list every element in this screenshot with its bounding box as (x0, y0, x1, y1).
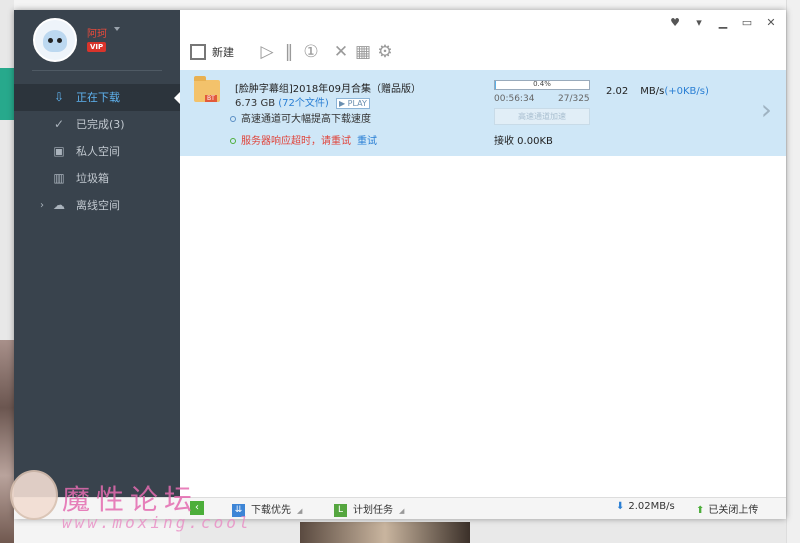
speed-value: 2.02 (606, 86, 629, 97)
toolbar: 新建 ▷ ‖ ① ✕ ▦ ⚙ (190, 40, 396, 64)
task-row[interactable]: BT [脸肿字幕组]2018年09月合集（赠品版） 6.73 GB (72个文件… (180, 70, 786, 156)
schedule-label: 计划任务 (353, 505, 393, 516)
pieces-count: 27/325 (558, 94, 590, 104)
pause-icon[interactable]: ‖ (278, 42, 300, 62)
sidebar-item-label: 私人空间 (76, 145, 120, 158)
sidebar-item-label: 已完成(3) (76, 118, 125, 131)
sidebar-item-trash[interactable]: ▥ 垃圾箱 (14, 165, 180, 192)
username[interactable]: 阿珂 (87, 25, 107, 40)
upload-status: 已关闭上传 (708, 505, 759, 516)
new-task-label: 新建 (212, 46, 234, 59)
caret-down-icon: ◢ (399, 507, 405, 515)
task-size-line: 6.73 GB (72个文件) ▶ PLAY (235, 94, 370, 109)
down-arrow-icon: ⬇ (616, 501, 625, 512)
progress-label: 0.4% (533, 80, 551, 88)
menu-icon[interactable]: ▾ (692, 16, 706, 30)
sidebar-item-downloading[interactable]: ⇩ 正在下载 (14, 84, 180, 111)
upload-toggle[interactable]: ⬆ 已关闭上传 (696, 501, 758, 516)
download-arrow-icon: ⇩ (53, 90, 65, 104)
sidebar-item-label: 正在下载 (76, 91, 120, 104)
sidebar-divider (32, 70, 162, 71)
server-timeout-hint: 服务器响应超时，请重试 重试 (230, 132, 377, 147)
desktop-bottom-photo (300, 522, 470, 543)
task-files-link[interactable]: (72个文件) (278, 98, 329, 109)
info-dot-icon (230, 116, 236, 122)
retry-link[interactable]: 重试 (357, 136, 377, 147)
status-dot-icon (230, 138, 236, 144)
speed-limit-icon[interactable]: ① (300, 42, 322, 62)
down-speed-indicator: ⬇ 2.02MB/s (616, 501, 675, 512)
schedule-icon: L (334, 503, 347, 517)
minimize-icon[interactable]: ▁ (716, 16, 730, 30)
watermark-url: www.moxing.cool (62, 513, 252, 532)
skin-icon[interactable]: ♥ (668, 16, 682, 30)
progress-bar: 0.4% (494, 80, 590, 90)
avatar[interactable] (33, 18, 77, 62)
settings-gear-icon[interactable]: ⚙ (374, 42, 396, 62)
check-circle-icon: ✓ (53, 117, 65, 131)
sidebar-item-completed[interactable]: ✓ 已完成(3) (14, 111, 180, 138)
vip-badge[interactable]: VIP (87, 42, 107, 52)
accelerate-button[interactable]: 高速通道加速 (494, 108, 590, 125)
speed-extra: (+0KB/s) (664, 86, 709, 97)
desktop-bottom-strip (180, 519, 786, 543)
up-arrow-icon: ⬆ (696, 505, 705, 516)
watermark-text: 魔性论坛 (62, 483, 199, 516)
desktop-thumbnails (0, 340, 14, 543)
caret-down-icon: ◢ (297, 507, 303, 515)
cloud-folder-icon: ☁ (53, 198, 65, 212)
new-task-icon (190, 44, 206, 60)
received-amount: 接收 0.00KB (494, 136, 553, 147)
delete-icon[interactable]: ✕ (330, 42, 352, 62)
download-speed: 2.02 MB/s(+0KB/s) (606, 86, 709, 97)
task-size: 6.73 GB (235, 98, 276, 109)
avatar-eye-icon (48, 38, 53, 43)
play-icon[interactable]: ▷ (256, 42, 278, 62)
sidebar-item-offline-space[interactable]: › ☁ 离线空间 (14, 192, 180, 219)
sidebar-item-label: 垃圾箱 (76, 172, 109, 185)
window-controls: ♥ ▾ ▁ ▭ ✕ (668, 16, 778, 30)
watermark-avatar (10, 470, 58, 520)
server-timeout-text: 服务器响应超时，请重试 (241, 136, 351, 147)
sidebar-item-label: 离线空间 (76, 199, 120, 212)
task-name: [脸肿字幕组]2018年09月合集（赠品版） (235, 84, 421, 95)
bt-badge: BT (205, 95, 217, 102)
avatar-face (43, 30, 67, 52)
speed-unit: MB/s (640, 86, 665, 97)
sidebar-item-private-space[interactable]: ▣ 私人空间 (14, 138, 180, 165)
sidebar: 阿珂 VIP ⇩ 正在下载 ✓ 已完成(3) ▣ 私人空间 ▥ 垃圾箱 › ☁ … (14, 10, 180, 519)
lock-icon: ▣ (53, 144, 65, 158)
download-manager-window: 阿珂 VIP ⇩ 正在下载 ✓ 已完成(3) ▣ 私人空间 ▥ 垃圾箱 › ☁ … (14, 10, 786, 519)
fast-channel-hint: 高速通道可大幅提高下载速度 (230, 110, 371, 125)
trash-icon: ▥ (53, 171, 65, 185)
sidebar-nav: ⇩ 正在下载 ✓ 已完成(3) ▣ 私人空间 ▥ 垃圾箱 › ☁ 离线空间 (14, 84, 180, 219)
fast-channel-hint-text: 高速通道可大幅提高下载速度 (241, 114, 371, 125)
priority-label: 下载优先 (251, 505, 291, 516)
username-dropdown-icon[interactable] (114, 27, 120, 31)
play-button[interactable]: ▶ PLAY (335, 98, 370, 109)
scheduled-task-button[interactable]: L 计划任务 ◢ (334, 501, 404, 517)
new-task-button[interactable]: 新建 (190, 40, 248, 64)
play-label: PLAY (347, 99, 367, 108)
close-icon[interactable]: ✕ (764, 16, 778, 30)
maximize-icon[interactable]: ▭ (740, 16, 754, 30)
expand-chevron-icon[interactable]: › (40, 192, 44, 219)
avatar-eye-icon (57, 38, 62, 43)
desktop-right-strip (786, 0, 800, 543)
elapsed-time: 00:56:34 (494, 94, 535, 104)
chevron-right-icon[interactable]: › (761, 96, 772, 124)
desktop-teal-tab (0, 68, 14, 120)
grid-view-icon[interactable]: ▦ (352, 42, 374, 62)
down-speed-value: 2.02MB/s (628, 501, 675, 512)
main-panel: ♥ ▾ ▁ ▭ ✕ 新建 ▷ ‖ ① ✕ ▦ ⚙ BT [脸肿字幕组]2018年… (180, 10, 786, 519)
